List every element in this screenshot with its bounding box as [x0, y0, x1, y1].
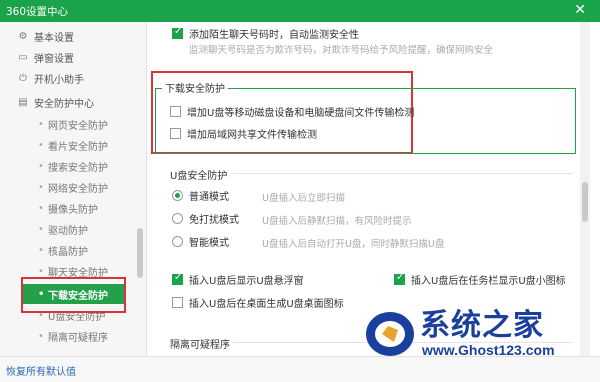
usb-section-divider	[233, 173, 573, 174]
settings-panel: 添加陌生聊天号码时，自动监测安全性 监测聊天号码是否为欺诈号码，对欺诈号码给予风…	[148, 22, 600, 356]
radio-button-normal[interactable]	[172, 190, 183, 201]
sidebar-item-security-center[interactable]: ▤ 安全防护中心	[0, 92, 140, 112]
radio-smart-mode[interactable]: 智能模式	[172, 234, 229, 249]
quarantine-divider	[233, 342, 573, 343]
sidebar-item-popup-settings[interactable]: ▭ 弹窗设置	[0, 47, 140, 67]
usb-protection-title: U盘安全防护	[170, 171, 228, 182]
sidebar-item-basic-settings[interactable]: ⚙ 基本设置	[0, 26, 140, 46]
sidebar-subitem-driver-protection[interactable]: • 驱动防护	[0, 219, 140, 239]
title-bar: 360设置中心 ✕	[0, 0, 600, 22]
radio-quiet-mode[interactable]: 免打扰模式	[172, 211, 239, 226]
sidebar-subitem-quarantine[interactable]: • 隔离可疑程序	[0, 326, 140, 346]
option-usb-disk-transfer-check[interactable]: 增加U盘等移动磁盘设备和电脑硬盘间文件传输检测	[170, 104, 414, 119]
sidebar-item-label: 开机小助手	[34, 74, 84, 86]
checkbox-usb-desktop-icon[interactable]	[172, 297, 183, 308]
window-title: 360设置中心	[6, 6, 69, 18]
sidebar: ⚙ 基本设置 ▭ 弹窗设置 ⏻ 开机小助手 ▤ 安全防护中心 • 网页安全防护 •…	[0, 22, 147, 356]
checkbox-chat-number-check[interactable]	[172, 26, 183, 39]
sidebar-subitem-video-protection[interactable]: • 看片安全防护	[0, 135, 140, 155]
main-scrollbar[interactable]	[580, 22, 590, 356]
radio-button-quiet[interactable]	[172, 213, 183, 224]
normal-mode-hint: U盘插入后立即扫描	[262, 193, 345, 204]
radio-normal-mode[interactable]: 普通模式	[172, 188, 229, 203]
option-usb-float-window[interactable]: 插入U盘后显示U盘悬浮窗	[172, 272, 304, 287]
option-chat-number-check[interactable]: 添加陌生聊天号码时，自动监测安全性	[172, 26, 359, 41]
checkbox-lan-share-check[interactable]	[170, 128, 181, 139]
sidebar-subitem-download-protection[interactable]: • 下载安全防护	[22, 284, 126, 304]
footer: 恢复所有默认值	[0, 356, 600, 382]
sidebar-item-label: 弹窗设置	[34, 53, 74, 65]
sidebar-subitem-camera-protection[interactable]: • 摄像头防护	[0, 198, 140, 218]
quiet-mode-hint: U盘插入后静默扫描，有风险时提示	[262, 216, 412, 227]
sidebar-subitem-search-protection[interactable]: • 搜索安全防护	[0, 156, 140, 176]
sidebar-subitem-chat-protection[interactable]: • 聊天安全防护	[0, 261, 140, 281]
sidebar-item-label: 安全防护中心	[34, 98, 94, 110]
checkbox-usb-disk-transfer-check[interactable]	[170, 106, 181, 117]
sidebar-item-boot-assistant[interactable]: ⏻ 开机小助手	[0, 68, 140, 88]
download-protection-title: 下载安全防护	[162, 80, 228, 95]
sidebar-scrollbar[interactable]	[137, 228, 143, 278]
close-icon[interactable]: ✕	[574, 2, 586, 18]
main-scrollbar-thumb[interactable]	[582, 182, 588, 222]
quarantine-title: 隔离可疑程序	[170, 340, 230, 351]
radio-button-smart[interactable]	[172, 236, 183, 247]
sidebar-subitem-core-protection[interactable]: • 核晶防护	[0, 240, 140, 260]
gear-icon: ⚙	[18, 30, 28, 42]
sidebar-subitem-network-protection[interactable]: • 网络安全防护	[0, 177, 140, 197]
option-lan-share-check[interactable]: 增加局域网共享文件传输检测	[170, 126, 317, 141]
window-icon: ▭	[18, 51, 28, 63]
sidebar-item-label: 基本设置	[34, 32, 74, 44]
option-usb-taskbar-icon[interactable]: 插入U盘后在任务栏显示U盘小图标	[394, 272, 566, 287]
download-protection-group	[155, 88, 576, 154]
power-icon: ⏻	[19, 72, 27, 84]
sidebar-subitem-web-protection[interactable]: • 网页安全防护	[0, 114, 140, 134]
shield-icon: ▤	[18, 96, 28, 108]
checkbox-usb-taskbar-icon[interactable]	[394, 272, 405, 285]
option-usb-desktop-icon[interactable]: 插入U盘后在桌面生成U盘桌面图标	[172, 295, 344, 310]
sidebar-subitem-usb-protection[interactable]: • U盘安全防护	[0, 305, 140, 325]
smart-mode-hint: U盘插入后自动打开U盘，同时静默扫描U盘	[262, 239, 445, 250]
chat-number-hint: 监测聊天号码是否为欺诈号码，对欺诈号码给予风险提醒，确保网购安全	[189, 45, 494, 56]
checkbox-usb-float-window[interactable]	[172, 272, 183, 285]
restore-defaults-link[interactable]: 恢复所有默认值	[6, 363, 76, 378]
